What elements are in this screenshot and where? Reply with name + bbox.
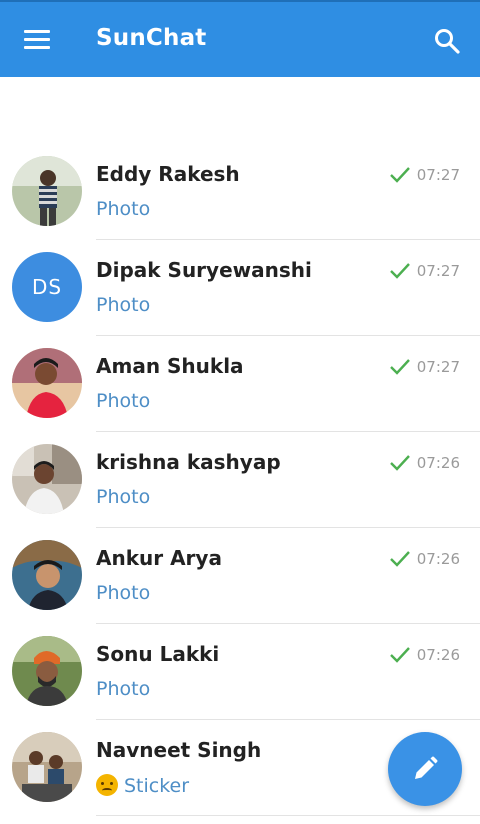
chat-preview: Photo bbox=[96, 198, 151, 220]
app-root: SunChat Eddy Rakesh Photo 07:27 DS Dipak… bbox=[0, 0, 480, 824]
chat-list: Eddy Rakesh Photo 07:27 DS Dipak Suryewa… bbox=[0, 144, 480, 816]
chat-preview: Photo bbox=[96, 678, 151, 700]
avatar bbox=[12, 156, 82, 226]
chat-time: 07:26 bbox=[416, 550, 460, 568]
chat-row[interactable]: DS Dipak Suryewanshi Photo 07:27 bbox=[0, 240, 480, 336]
chat-preview: Photo bbox=[96, 390, 151, 412]
compose-button[interactable] bbox=[388, 732, 462, 806]
avatar bbox=[12, 540, 82, 610]
chat-row[interactable]: krishna kashyap Photo 07:26 bbox=[0, 432, 480, 528]
app-toolbar: SunChat bbox=[0, 0, 480, 77]
avatar bbox=[12, 636, 82, 706]
avatar bbox=[12, 444, 82, 514]
chat-time: 07:27 bbox=[416, 358, 460, 376]
chat-time: 07:26 bbox=[416, 454, 460, 472]
check-icon bbox=[389, 551, 410, 567]
chat-name: krishna kashyap bbox=[96, 450, 281, 474]
check-icon bbox=[389, 263, 410, 279]
chat-time: 07:27 bbox=[416, 262, 460, 280]
chat-name: Ankur Arya bbox=[96, 546, 222, 570]
chat-name: Dipak Suryewanshi bbox=[96, 258, 312, 282]
chat-status: 07:26 bbox=[389, 550, 460, 568]
pencil-icon bbox=[415, 756, 438, 779]
check-icon bbox=[389, 359, 410, 375]
check-icon bbox=[389, 647, 410, 663]
chat-status: 07:27 bbox=[389, 358, 460, 376]
check-icon bbox=[389, 455, 410, 471]
chat-row[interactable]: Aman Shukla Photo 07:27 bbox=[0, 336, 480, 432]
app-title: SunChat bbox=[96, 25, 207, 51]
avatar bbox=[12, 348, 82, 418]
chat-preview: Photo bbox=[96, 582, 151, 604]
chat-row[interactable]: Eddy Rakesh Photo 07:27 bbox=[0, 144, 480, 240]
chat-name: Aman Shukla bbox=[96, 354, 244, 378]
chat-status: 07:27 bbox=[389, 262, 460, 280]
angry-face-emoji-icon bbox=[96, 774, 118, 796]
avatar bbox=[12, 732, 82, 802]
chat-preview: Sticker bbox=[96, 774, 189, 797]
chat-name: Eddy Rakesh bbox=[96, 162, 240, 186]
chat-time: 07:27 bbox=[416, 166, 460, 184]
chat-preview: Photo bbox=[96, 294, 151, 316]
divider bbox=[96, 815, 480, 816]
chat-status: 07:27 bbox=[389, 166, 460, 184]
chat-status: 07:26 bbox=[389, 454, 460, 472]
chat-row[interactable]: Sonu Lakki Photo 07:26 bbox=[0, 624, 480, 720]
chat-preview-text: Sticker bbox=[124, 775, 190, 797]
chat-row[interactable]: Ankur Arya Photo 07:26 bbox=[0, 528, 480, 624]
hamburger-menu-icon[interactable] bbox=[24, 30, 50, 50]
chat-status: 07:26 bbox=[389, 646, 460, 664]
avatar: DS bbox=[12, 252, 82, 322]
chat-time: 07:26 bbox=[416, 646, 460, 664]
search-icon[interactable] bbox=[434, 28, 460, 54]
chat-preview: Photo bbox=[96, 486, 151, 508]
chat-name: Sonu Lakki bbox=[96, 642, 220, 666]
chat-name: Navneet Singh bbox=[96, 738, 262, 762]
check-icon bbox=[389, 167, 410, 183]
